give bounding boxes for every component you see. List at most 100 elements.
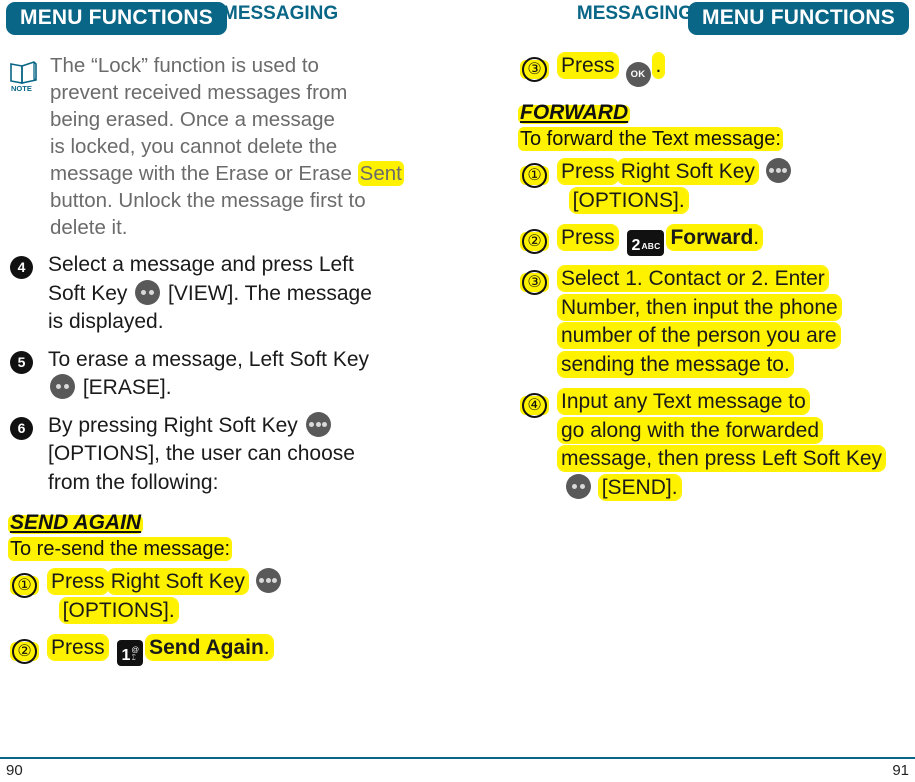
step-line-text: Input any Text message to [558,389,809,414]
step-line: [OPTIONS]. [48,597,408,626]
step-number-circled-3: ③ [520,57,549,82]
step-line: message, then press Left Soft Key [558,445,915,474]
option-send-again: SEND AGAIN To re-send the message: [8,511,408,562]
forward-step-2-text: Press 2ABC Forward. [558,224,915,256]
option-title: SEND AGAIN [10,511,142,534]
step-line-text: Press [558,53,618,78]
step-line: Select 1. Contact or 2. Enter [558,265,915,294]
note-line: delete it. [50,216,128,239]
numeric-key-2-icon: 2ABC [626,230,665,256]
step-line-text: Right Soft Key [107,569,248,594]
option-title-highlight: SEND AGAIN [8,511,144,534]
note-highlight-sent: Sent [357,161,404,186]
step-line: Press 2ABC Forward. [558,224,915,256]
step-number-circled-1: ① [520,163,549,188]
note-line: prevent received messages from [50,81,348,104]
send-again-step-2-text: Press 1 @ ⑄ Send Again. [48,634,408,666]
step-line-text: sending the message to. [558,351,793,377]
step-line: [ERASE]. [48,374,408,403]
step-number-circled-1: ① [10,573,39,598]
manual-page-spread: MENU FUNCTIONS MESSAGING MESSAGING MENU … [0,0,915,782]
step-line-text: [VIEW]. The message [162,281,372,305]
step-line: [OPTIONS], the user can choose [48,442,355,465]
step-number-5: 5 [10,350,34,375]
step-line: [OPTIONS]. [558,187,915,216]
page-number-right: 91 [892,762,909,779]
note-text: The “Lock” function is used to prevent r… [50,52,408,241]
step-line-text: Right Soft Key [617,159,758,184]
step-5-text: To erase a message, Left Soft Key [ERASE… [48,346,408,403]
step-number-circled-2: ② [520,229,549,254]
step-line: from the following: [48,470,219,494]
note-line-with-highlight: message with the Erase or Erase Sent [50,160,408,187]
page-number-left: 90 [6,762,23,779]
note-line: button. Unlock the message first to [50,189,366,212]
step-4-text: Select a message and press Left Soft Key… [48,251,408,337]
step-line-text: Press [48,635,108,660]
forward-step-3-text: Select 1. Contact or 2. Enter Number, th… [558,265,915,379]
forward-step-3: ③ Select 1. Contact or 2. Enter Number, … [518,265,915,379]
step-line-text: Send Again [149,636,264,659]
step-line-text: go along with the forwarded [558,417,822,443]
send-again-step-2: ② Press 1 @ ⑄ Send Again. [8,634,408,666]
step-line-text: By pressing Right Soft Key [48,413,298,437]
step-line: [SEND]. [558,473,915,503]
step-line-text: message, then press Left Soft Key [558,446,886,471]
step-line: Soft Key [VIEW]. The message [48,279,408,309]
step-line-text: Press [558,225,618,250]
option-title: FORWARD [520,101,629,124]
forward-step-1-text: Press Right Soft Key [OPTIONS]. [558,158,915,215]
right-soft-key-icon [765,158,791,183]
header-section-left: MESSAGING [222,3,339,24]
step-line-text: Forward [670,226,754,249]
send-again-step-1-text: Press Right Soft Key [OPTIONS]. [48,568,408,625]
step-line: number of the person you are [558,322,915,351]
option-subtitle: To re-send the message: [8,537,233,561]
left-soft-key-icon [50,374,75,399]
send-again-step-1: ① Press Right Soft Key [OPTIONS]. [8,568,408,625]
right-soft-key-icon [255,568,281,593]
note-line: The “Lock” function is used to [50,54,319,77]
step-line-text: Press [48,569,108,594]
step-line-trailing: . [753,226,760,249]
left-soft-key-icon [135,279,161,305]
forward-step-4-text: Input any Text message to go along with … [558,388,915,502]
svg-text:NOTE: NOTE [11,84,32,93]
note-book-icon: NOTE [8,58,44,94]
note-line: being erased. Once a message [50,108,335,131]
step-line-trailing: . [652,53,665,78]
note-block: NOTE The “Lock” function is used to prev… [8,52,408,241]
step-line-text: [OPTIONS]. [59,597,178,623]
step-number-circled-4: ④ [520,393,549,418]
step-line: Number, then input the phone [558,294,915,323]
option-subtitle-line: To re-send the message: [8,536,408,562]
forward-step-4: ④ Input any Text message to go along wit… [518,388,915,502]
note-line: is locked, you cannot delete the [50,135,338,158]
step-line-text: Soft Key [48,281,134,305]
step-line-text: number of the person you are [558,323,840,348]
header-badge-left: MENU FUNCTIONS [6,2,227,35]
step-line: Press OK. [558,52,915,87]
step-line-text: [OPTIONS]. [569,187,688,213]
step-number-6: 6 [10,416,34,441]
left-column: NOTE The “Lock” function is used to prev… [8,52,408,675]
step-line-text: [SEND]. [598,474,681,500]
step-line: is displayed. [48,310,164,333]
numeric-key-1-icon: 1 @ ⑄ [116,640,144,666]
step-line-text: [ERASE]. [82,376,172,399]
step-line-trailing: . [263,636,270,659]
numeric-key-1-symbols: @ ⑄ [131,645,140,662]
step-line-text: Number, then input the phone [558,294,841,320]
ok-key-icon: OK [625,62,651,87]
step-line: Input any Text message to [558,388,915,417]
forward-step-1: ① Press Right Soft Key [OPTIONS]. [518,158,915,215]
step-line: Press Right Soft Key [558,158,915,187]
step-line: Press 1 @ ⑄ Send Again. [48,634,408,666]
step-number-4: 4 [10,256,34,280]
left-soft-key-icon [565,473,591,499]
page-header: MENU FUNCTIONS MESSAGING MESSAGING MENU … [0,0,915,40]
option-title-highlight: FORWARD [518,101,631,124]
step-line: sending the message to. [558,351,915,380]
step-line: go along with the forwarded [558,417,915,446]
right-soft-key-icon [305,411,331,437]
